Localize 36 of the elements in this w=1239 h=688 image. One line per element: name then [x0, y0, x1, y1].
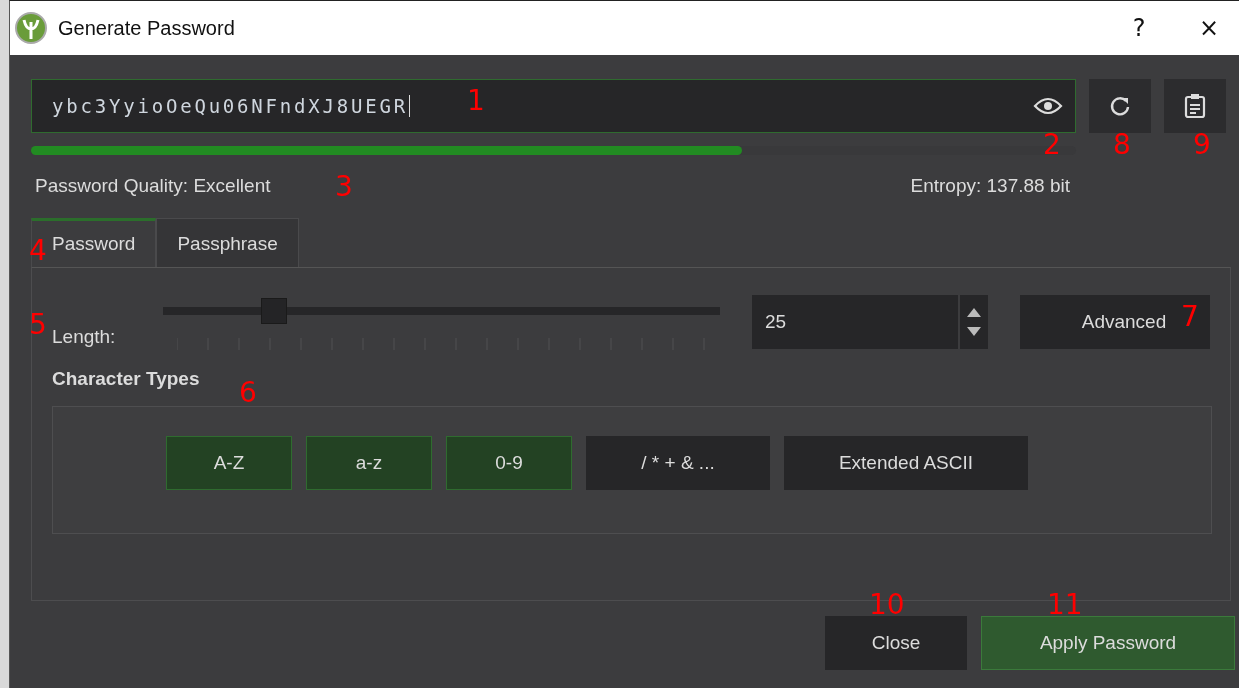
callout-number: 8 — [1113, 131, 1131, 159]
character-toggle[interactable]: Extended ASCII — [784, 436, 1028, 490]
callout-number: 5 — [29, 311, 47, 339]
length-input[interactable]: 25 — [752, 295, 958, 349]
close-dialog-button[interactable]: Close — [825, 616, 967, 670]
clipboard-button[interactable] — [1164, 79, 1226, 133]
slider-handle[interactable] — [261, 298, 288, 324]
eye-icon[interactable] — [1033, 96, 1063, 116]
character-toggle[interactable]: / * + & ... — [586, 436, 770, 490]
password-text: ybc3YyioOeQu06NFndXJ8UEGR — [52, 95, 410, 117]
callout-number: 10 — [869, 591, 905, 619]
character-toggle[interactable]: A-Z — [166, 436, 292, 490]
callout-number: 4 — [29, 237, 47, 265]
character-toggle[interactable]: a-z — [306, 436, 432, 490]
clipboard-icon — [1184, 93, 1206, 119]
callout-number: 11 — [1047, 591, 1083, 619]
spin-arrows-icon[interactable] — [966, 306, 982, 338]
callout-number: 6 — [239, 379, 257, 407]
refresh-icon — [1109, 95, 1131, 117]
callout-number: 3 — [335, 173, 353, 201]
help-button[interactable]: ? — [1109, 8, 1169, 48]
callout-number: 2 — [1043, 131, 1061, 159]
window-title: Generate Password — [58, 16, 236, 40]
apply-button[interactable]: Apply Password — [981, 616, 1235, 670]
section-heading: Character Types — [52, 368, 201, 390]
length-label: Length: — [52, 326, 117, 348]
callout-number: 7 — [1181, 303, 1199, 331]
entropy-label: Entropy: 137.88 bit — [910, 175, 1070, 197]
refresh-button[interactable] — [1089, 79, 1151, 133]
tab[interactable]: Passphrase — [156, 218, 299, 267]
quality-label: Password Quality: Excellent — [35, 175, 271, 197]
character-toggle[interactable]: 0-9 — [446, 436, 572, 490]
callout-number: 1 — [467, 87, 485, 115]
app-logo-icon — [14, 11, 48, 45]
close-button[interactable]: × — [1179, 8, 1239, 48]
callout-number: 9 — [1193, 131, 1211, 159]
